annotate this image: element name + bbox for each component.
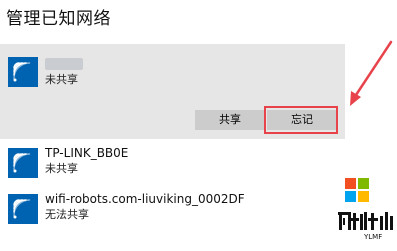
- network-status: 无法共享: [45, 208, 89, 221]
- network-item-wifi-robots[interactable]: wifi-robots.com-liuviking_0002DF 无法共享: [0, 189, 345, 229]
- page-title: 管理已知网络: [6, 9, 111, 29]
- wifi-icon: [8, 57, 38, 87]
- network-item-tp-link[interactable]: TP-LINK_BB0E 未共享: [0, 143, 345, 183]
- network-name: wifi-robots.com-liuviking_0002DF: [45, 192, 245, 206]
- forget-button[interactable]: 忘记: [267, 110, 337, 130]
- wifi-icon: [8, 148, 38, 178]
- network-status: 未共享: [45, 73, 78, 86]
- network-name: TP-LINK_BB0E: [45, 146, 129, 160]
- wifi-icon: [8, 194, 38, 224]
- watermark-subtext: YLMF: [363, 233, 382, 241]
- network-item-selected[interactable]: 未共享 共享 忘记: [0, 44, 345, 139]
- network-status: 未共享: [45, 162, 78, 175]
- red-arrow-annotation: [350, 40, 393, 106]
- network-name-redacted: [45, 58, 83, 70]
- share-button[interactable]: 共享: [195, 110, 265, 130]
- watermark-logo: YLMF: [338, 178, 393, 241]
